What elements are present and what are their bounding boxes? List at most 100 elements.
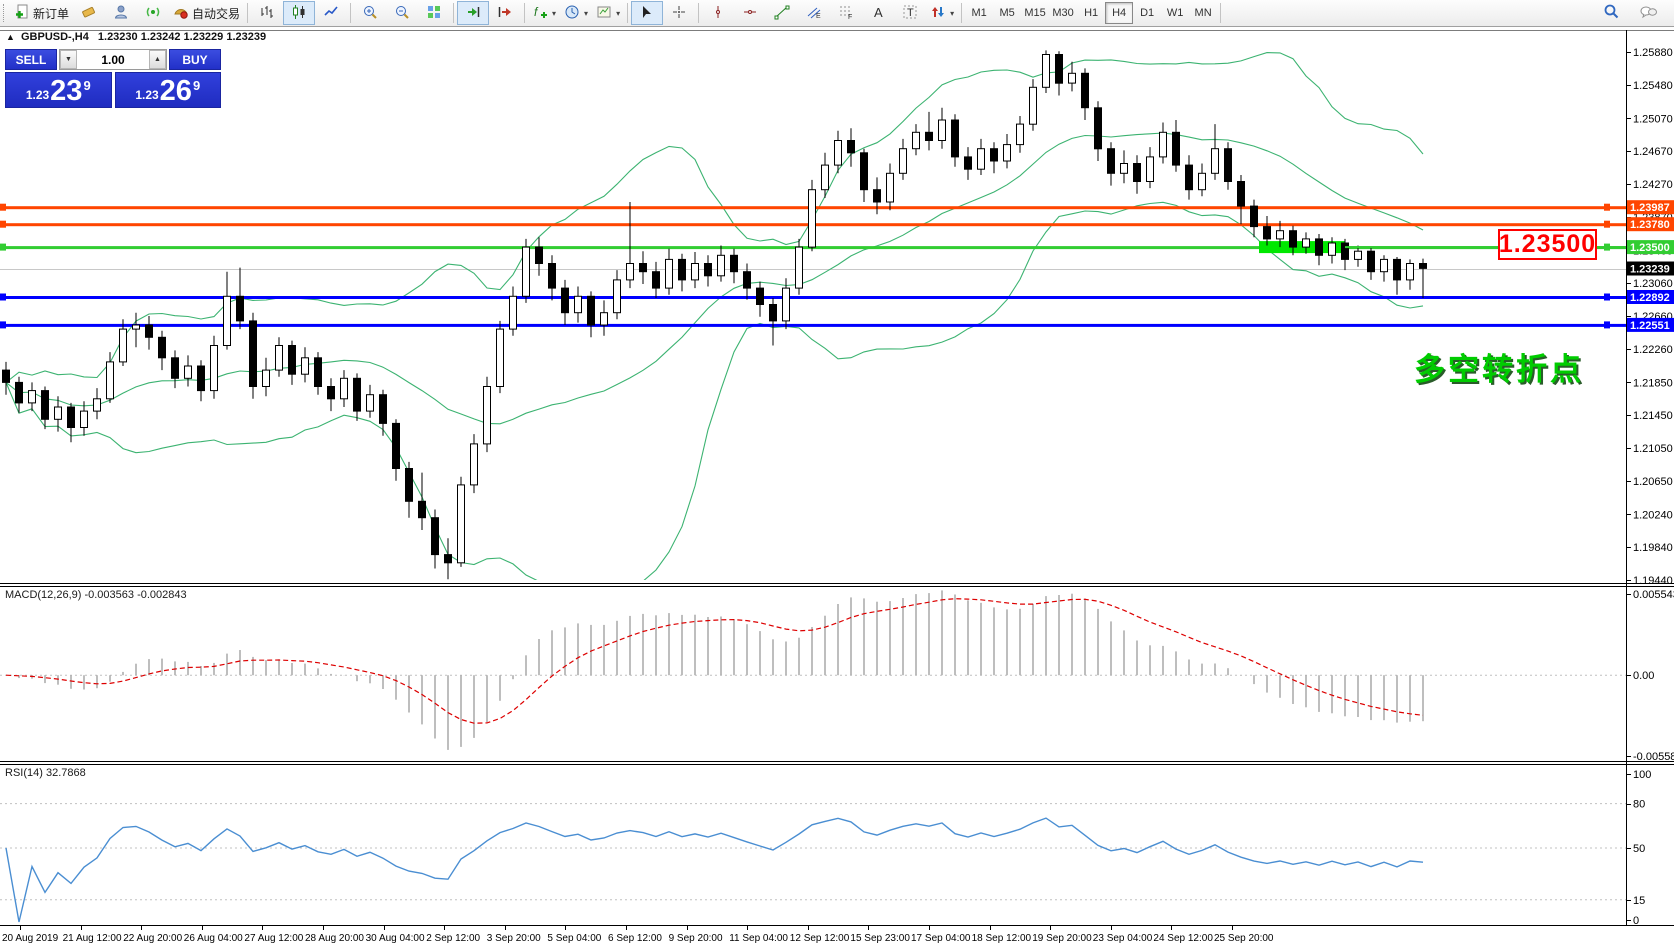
candle	[848, 141, 855, 153]
sell-button[interactable]: SELL	[5, 49, 57, 70]
candle	[1420, 264, 1427, 269]
timeframe-bar: M1M5M15M30H1H4D1W1MN	[965, 2, 1217, 24]
level-handle[interactable]	[0, 321, 6, 328]
level-handle[interactable]	[1604, 321, 1610, 328]
crosshair-button[interactable]	[663, 1, 695, 25]
timeframe-button-M1[interactable]: M1	[965, 2, 993, 24]
profile-button[interactable]	[105, 1, 137, 25]
candle	[1160, 132, 1167, 157]
vertical-line-button[interactable]	[702, 1, 734, 25]
candle	[666, 259, 673, 288]
periods-button[interactable]: ▾	[560, 1, 592, 25]
eraser-button[interactable]	[73, 1, 105, 25]
level-handle[interactable]	[0, 204, 6, 211]
lot-increase-button[interactable]: ▲	[149, 50, 166, 69]
svg-text:E: E	[816, 13, 821, 20]
pane-divider[interactable]	[0, 583, 1674, 584]
text-button[interactable]: A	[862, 1, 894, 25]
cursor-button[interactable]	[631, 1, 663, 25]
sell-price-pip: 9	[83, 79, 90, 92]
auto-scroll-button[interactable]	[457, 1, 489, 25]
chart-shift-button[interactable]	[489, 1, 521, 25]
timeframe-button-M5[interactable]: M5	[993, 2, 1021, 24]
level-line[interactable]	[0, 324, 1626, 327]
sell-price-big: 23	[50, 77, 82, 106]
candle	[380, 395, 387, 424]
zoom-out-button[interactable]	[386, 1, 418, 25]
timeframe-button-W1[interactable]: W1	[1161, 2, 1189, 24]
time-label: 17 Sep 04:00	[911, 933, 971, 944]
trendline-button[interactable]	[766, 1, 798, 25]
svg-text:1.23060: 1.23060	[1633, 278, 1673, 290]
candle	[1342, 243, 1349, 259]
text-label-button[interactable]: T	[894, 1, 926, 25]
templates-button[interactable]: ▾	[592, 1, 624, 25]
level-handle[interactable]	[1604, 294, 1610, 301]
candle	[276, 346, 283, 371]
level-handle[interactable]	[0, 294, 6, 301]
auto-trading-label: 自动交易	[192, 5, 240, 22]
new-order-button[interactable]: 新订单	[10, 1, 73, 25]
timeframe-button-M30[interactable]: M30	[1049, 2, 1077, 24]
pane-divider[interactable]	[0, 925, 1674, 926]
horizontal-line-button[interactable]	[734, 1, 766, 25]
svg-text:1.21450: 1.21450	[1633, 410, 1673, 422]
price-tag-callout[interactable]: 1.23500	[1498, 229, 1597, 260]
candle	[887, 173, 894, 202]
chat-icon	[1640, 4, 1658, 23]
search-button[interactable]	[1595, 1, 1627, 25]
pane-divider[interactable]	[0, 764, 1674, 765]
level-handle[interactable]	[1604, 221, 1610, 228]
level-handle[interactable]	[0, 221, 6, 228]
collapse-arrow-icon[interactable]: ▲	[6, 32, 15, 42]
candle	[328, 387, 335, 399]
lot-decrease-button[interactable]: ▼	[60, 50, 77, 69]
fibonacci-icon: F	[838, 4, 854, 23]
candle	[1394, 259, 1401, 280]
candle	[614, 280, 621, 313]
tile-windows-button[interactable]	[418, 1, 450, 25]
template-icon	[596, 4, 612, 23]
candle	[432, 518, 439, 555]
timeframe-button-H4[interactable]: H4	[1105, 2, 1133, 24]
candlestick-chart-button[interactable]	[283, 1, 315, 25]
candle	[952, 120, 959, 157]
svg-text:1.21050: 1.21050	[1633, 443, 1673, 455]
line-chart-button[interactable]	[315, 1, 347, 25]
timeframe-button-MN[interactable]: MN	[1189, 2, 1217, 24]
timeframe-button-D1[interactable]: D1	[1133, 2, 1161, 24]
arrows-button[interactable]: ▾	[926, 1, 958, 25]
channel-button[interactable]: E	[798, 1, 830, 25]
fibonacci-button[interactable]: F	[830, 1, 862, 25]
svg-text:0.005543: 0.005543	[1633, 589, 1674, 601]
chart-canvas[interactable]: 1.258801.254801.250701.246701.242701.238…	[0, 28, 1674, 951]
candle	[731, 255, 738, 271]
svg-text:0.00: 0.00	[1633, 670, 1654, 682]
pane-divider[interactable]	[0, 586, 1674, 587]
bar-chart-button[interactable]	[251, 1, 283, 25]
chat-button[interactable]	[1633, 1, 1665, 25]
candle	[1186, 165, 1193, 190]
chart-window: 1.258801.254801.250701.246701.242701.238…	[0, 28, 1674, 951]
buy-price-box[interactable]: 1.23 26 9	[115, 72, 222, 108]
timeframe-button-H1[interactable]: H1	[1077, 2, 1105, 24]
candle	[159, 337, 166, 358]
lot-size-value[interactable]: 1.00	[77, 50, 149, 69]
level-handle[interactable]	[1604, 204, 1610, 211]
pane-divider[interactable]	[0, 761, 1674, 762]
signal-button[interactable]	[137, 1, 169, 25]
sell-price-box[interactable]: 1.23 23 9	[5, 72, 112, 108]
svg-text:f: f	[534, 5, 539, 19]
toolbar-separator	[698, 3, 699, 23]
auto-trading-button[interactable]: 自动交易	[169, 1, 244, 25]
candle	[393, 423, 400, 468]
candle	[1173, 132, 1180, 165]
zoom-in-button[interactable]	[354, 1, 386, 25]
indicators-button[interactable]: f▾	[528, 1, 560, 25]
text-label-icon: T	[902, 4, 918, 23]
toolbar-separator	[961, 3, 962, 23]
level-handle[interactable]	[0, 244, 6, 251]
buy-button[interactable]: BUY	[169, 49, 221, 70]
candle	[1121, 164, 1128, 174]
timeframe-button-M15[interactable]: M15	[1021, 2, 1049, 24]
